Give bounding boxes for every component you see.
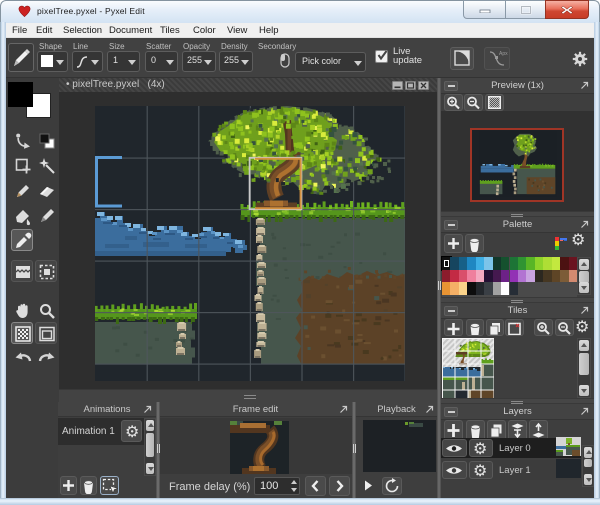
svg-text:Apx: Apx — [499, 51, 508, 57]
